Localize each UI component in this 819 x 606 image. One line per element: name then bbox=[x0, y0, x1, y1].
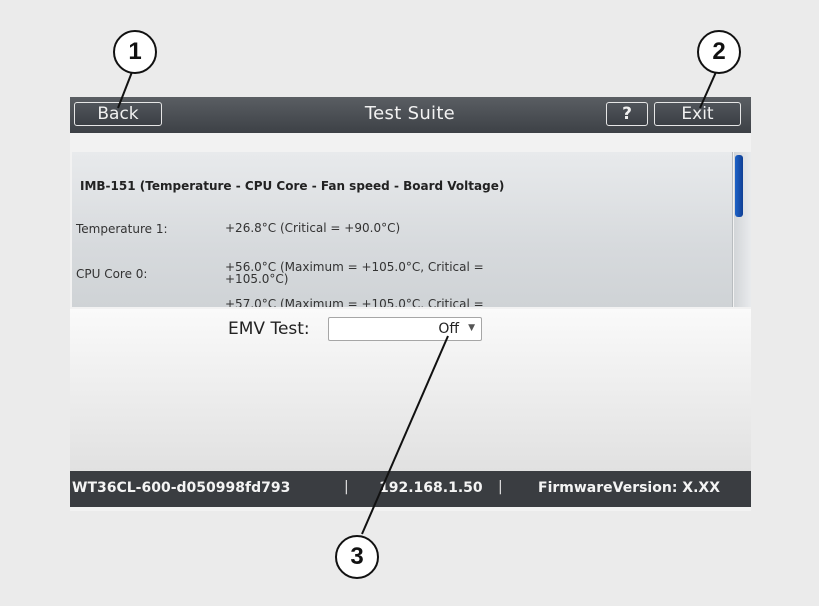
leader-line-1 bbox=[117, 71, 133, 109]
leader-line-2 bbox=[699, 71, 717, 109]
callout-leader-lines bbox=[117, 71, 717, 535]
callout-2: 2 bbox=[697, 30, 741, 74]
leader-line-3 bbox=[361, 335, 449, 535]
callout-3: 3 bbox=[335, 535, 379, 579]
callout-1: 1 bbox=[113, 30, 157, 74]
